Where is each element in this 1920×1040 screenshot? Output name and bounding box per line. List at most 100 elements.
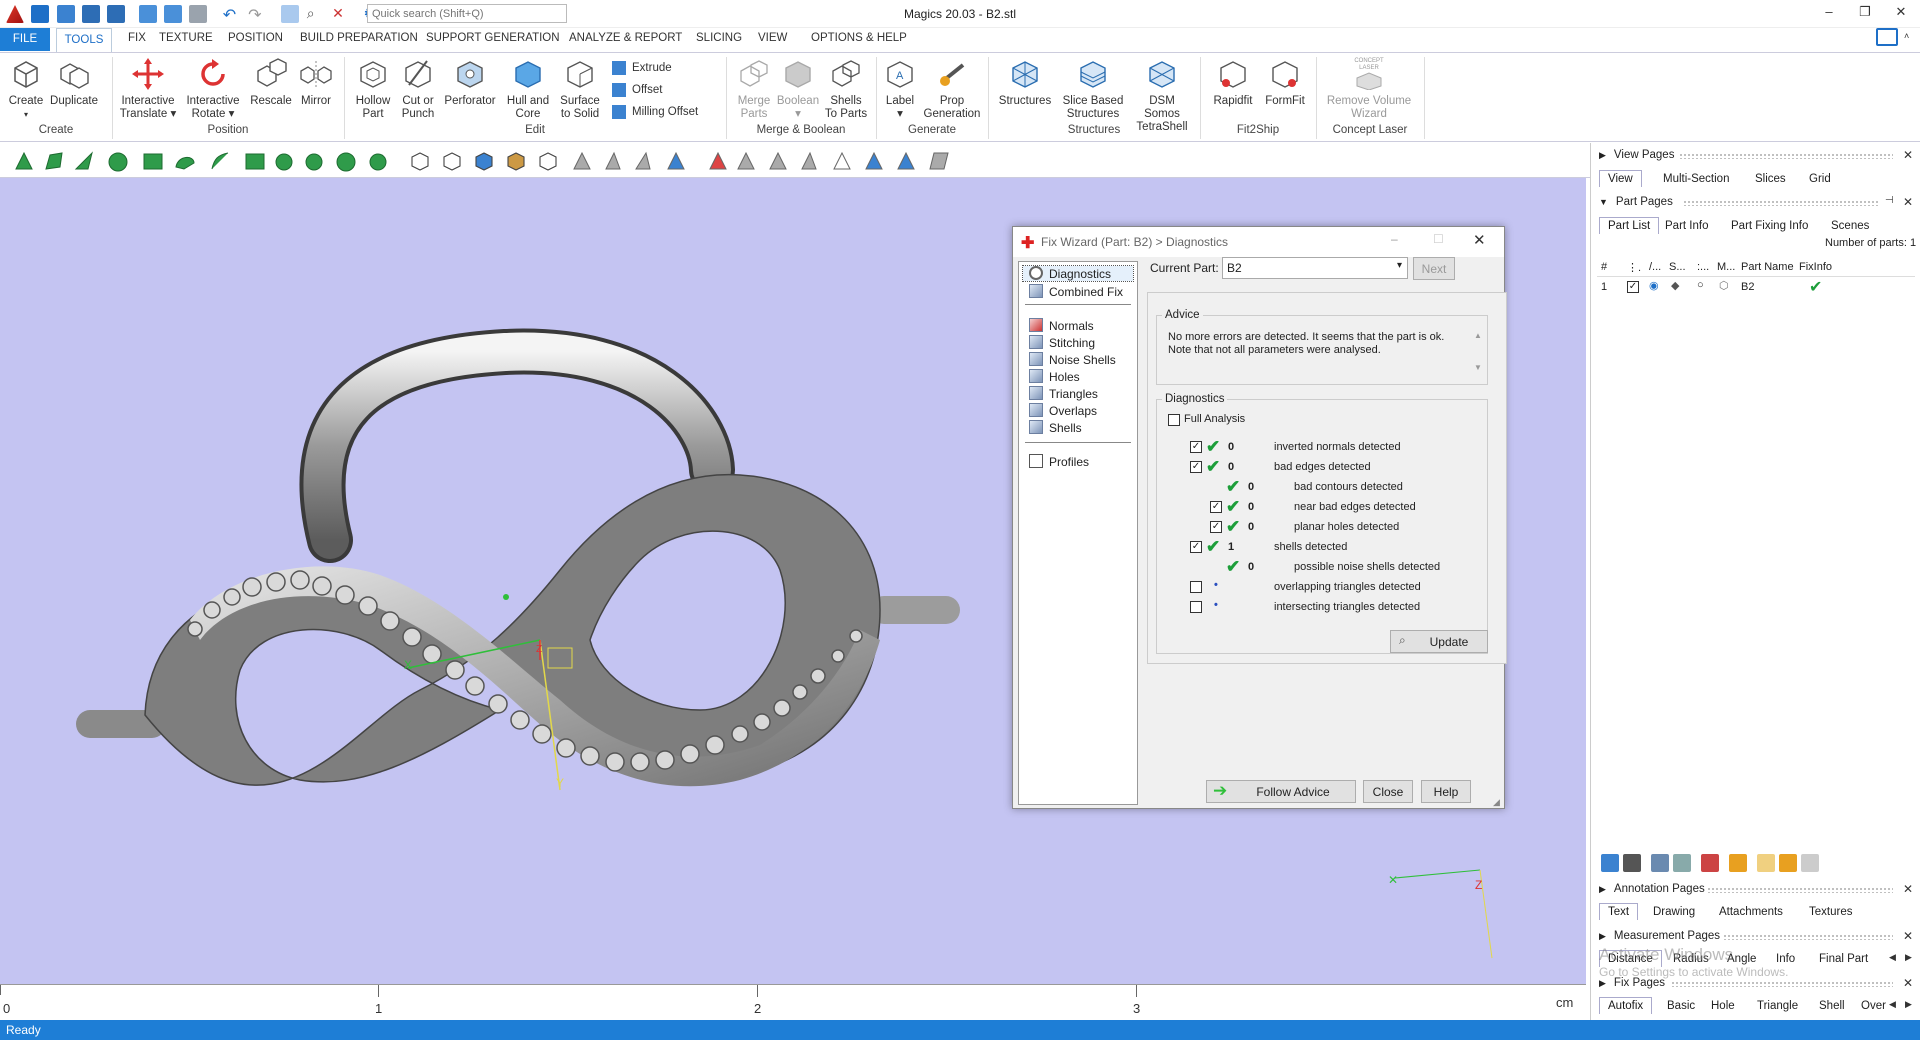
nav-triangles[interactable]: Triangles xyxy=(1029,386,1098,401)
col-fixinfo[interactable]: FixInfo xyxy=(1799,261,1832,273)
part-tool-3-icon[interactable] xyxy=(1651,854,1669,872)
tab-part-info[interactable]: Part Info xyxy=(1665,220,1708,232)
part-tool-1-icon[interactable] xyxy=(1601,854,1619,872)
tab-multi-section[interactable]: Multi-Section xyxy=(1663,173,1729,185)
tab-part-list[interactable]: Part List xyxy=(1599,217,1660,234)
formfit-button[interactable]: FormFit xyxy=(1262,57,1308,108)
next-button[interactable]: Next xyxy=(1413,257,1455,280)
rescale-button[interactable]: Rescale xyxy=(250,57,292,108)
tabs-scroll-left-icon[interactable]: ◀ xyxy=(1889,952,1896,963)
help-button[interactable]: Help xyxy=(1421,780,1471,803)
tab-drawing[interactable]: Drawing xyxy=(1653,906,1695,918)
nav-combined-fix[interactable]: Combined Fix xyxy=(1029,284,1123,299)
table-row[interactable]: 1 ✓ ◉ ◆ ○ ⬡ B2 ✔ xyxy=(1597,279,1915,297)
part-pages-close-icon[interactable]: ✕ xyxy=(1903,195,1913,209)
row-checkbox-intersecting[interactable] xyxy=(1190,601,1202,613)
resize-grip[interactable]: ◢ xyxy=(1493,797,1500,808)
tab-part-fixing-info[interactable]: Part Fixing Info xyxy=(1731,220,1808,232)
annotation-close-icon[interactable]: ✕ xyxy=(1903,882,1913,896)
merge-parts-button[interactable]: Merge Parts xyxy=(732,57,776,121)
tab-triangle[interactable]: Triangle xyxy=(1757,1000,1798,1012)
dialog-minimize-button[interactable]: – xyxy=(1391,232,1398,246)
tab-options-help[interactable]: OPTIONS & HELP xyxy=(811,32,907,44)
nav-overlaps[interactable]: Overlaps xyxy=(1029,403,1097,418)
tab-support-generation[interactable]: SUPPORT GENERATION xyxy=(426,32,560,44)
tab-autofix[interactable]: Autofix xyxy=(1599,997,1653,1014)
duplicate-button[interactable]: Duplicate xyxy=(48,57,100,108)
tab-shell[interactable]: Shell xyxy=(1819,1000,1845,1012)
rapidfit-button[interactable]: Rapidfit xyxy=(1208,57,1258,108)
nav-noise-shells[interactable]: Noise Shells xyxy=(1029,352,1116,367)
prop-generation-button[interactable]: Prop Generation xyxy=(922,57,982,121)
col-index[interactable]: # xyxy=(1601,261,1607,273)
view-pages-header[interactable]: ▶ View Pages xyxy=(1599,149,1674,161)
tab-hole[interactable]: Hole xyxy=(1711,1000,1735,1012)
dialog-maximize-button[interactable]: ☐ xyxy=(1433,232,1444,246)
collapse-ribbon-icon[interactable]: ˄ xyxy=(1904,31,1909,41)
fix-tabs-scroll-right-icon[interactable]: ▶ xyxy=(1905,999,1912,1010)
advice-scroll-up[interactable]: ▲ xyxy=(1474,331,1482,340)
close-button[interactable]: Close xyxy=(1363,780,1413,803)
restore-button[interactable]: ❐ xyxy=(1855,4,1875,22)
part-tool-5-icon[interactable] xyxy=(1701,854,1719,872)
perforator-button[interactable]: Perforator xyxy=(442,57,498,108)
col-part-name[interactable]: Part Name xyxy=(1741,261,1794,273)
hollow-part-button[interactable]: Hollow Part xyxy=(350,57,396,121)
extrude-button[interactable]: Extrude xyxy=(612,61,672,75)
tab-final-part[interactable]: Final Part xyxy=(1819,953,1868,965)
annotation-pages-header[interactable]: ▶ Annotation Pages xyxy=(1599,883,1705,895)
display-icon[interactable] xyxy=(1876,28,1898,46)
part-tool-7-icon[interactable] xyxy=(1757,854,1775,872)
circle-icon[interactable]: ○ xyxy=(1697,279,1704,291)
col-s[interactable]: S... xyxy=(1669,261,1686,273)
nav-stitching[interactable]: Stitching xyxy=(1029,335,1095,350)
col-m[interactable]: M... xyxy=(1717,261,1735,273)
tab-fix[interactable]: FIX xyxy=(128,32,146,44)
full-analysis-checkbox[interactable] xyxy=(1168,414,1180,426)
part-tool-4-icon[interactable] xyxy=(1673,854,1691,872)
part-tool-6-icon[interactable] xyxy=(1729,854,1747,872)
part-pages-header[interactable]: ▼ Part Pages xyxy=(1599,196,1673,208)
nav-holes[interactable]: Holes xyxy=(1029,369,1080,384)
structures-button[interactable]: Structures xyxy=(996,57,1054,108)
interactive-translate-button[interactable]: Interactive Translate ▾ xyxy=(118,57,178,121)
update-button[interactable]: ⌕ Update xyxy=(1390,630,1488,653)
dialog-close-x[interactable]: ✕ xyxy=(1473,231,1486,249)
row-checkbox-near-bad-edges[interactable]: ✓ xyxy=(1210,501,1222,513)
minimize-button[interactable]: – xyxy=(1819,4,1839,22)
label-button[interactable]: A Label ▾ xyxy=(880,57,920,121)
tab-tools[interactable]: TOOLS xyxy=(56,28,112,52)
shading-icon[interactable]: ◆ xyxy=(1671,279,1679,292)
cut-or-punch-button[interactable]: Cut or Punch xyxy=(398,57,438,121)
dsm-somos-tetrashell-button[interactable]: DSM Somos TetraShell xyxy=(1130,57,1194,134)
nav-diagnostics[interactable]: Diagnostics xyxy=(1022,265,1134,282)
tab-view[interactable]: VIEW xyxy=(758,32,787,44)
create-button[interactable]: Create ▾ xyxy=(6,57,46,121)
fix-pages-close-icon[interactable]: ✕ xyxy=(1903,976,1913,990)
nav-profiles[interactable]: Profiles xyxy=(1029,454,1089,469)
tab-position[interactable]: POSITION xyxy=(228,32,283,44)
hull-and-core-button[interactable]: Hull and Core xyxy=(502,57,554,121)
tab-build-preparation[interactable]: BUILD PREPARATION xyxy=(300,32,418,44)
tab-attachments[interactable]: Attachments xyxy=(1719,906,1783,918)
tab-info[interactable]: Info xyxy=(1776,953,1795,965)
mirror-button[interactable]: Mirror xyxy=(296,57,336,108)
offset-button[interactable]: Offset xyxy=(612,83,662,97)
remove-volume-wizard-button[interactable]: CONCEPT LASER Remove Volume Wizard xyxy=(1322,57,1416,121)
tab-basic[interactable]: Basic xyxy=(1667,1000,1695,1012)
part-tool-9-icon[interactable] xyxy=(1801,854,1819,872)
tab-texture[interactable]: TEXTURE xyxy=(159,32,213,44)
pin-icon[interactable]: ⊣ xyxy=(1885,195,1894,206)
measurement-close-icon[interactable]: ✕ xyxy=(1903,929,1913,943)
measurement-pages-header[interactable]: ▶ Measurement Pages xyxy=(1599,930,1720,942)
tab-grid[interactable]: Grid xyxy=(1809,173,1831,185)
row-checkbox-bad-edges[interactable]: ✓ xyxy=(1190,461,1202,473)
close-window-button[interactable]: ✕ xyxy=(1891,4,1911,22)
row-checkbox-planar-holes[interactable]: ✓ xyxy=(1210,521,1222,533)
row-checkbox-overlapping[interactable] xyxy=(1190,581,1202,593)
tab-text[interactable]: Text xyxy=(1599,903,1639,920)
boolean-button[interactable]: Boolean ▾ xyxy=(776,57,820,121)
nav-normals[interactable]: Normals xyxy=(1029,318,1094,333)
shells-to-parts-button[interactable]: Shells To Parts xyxy=(822,57,870,121)
tab-analyze-report[interactable]: ANALYZE & REPORT xyxy=(569,32,682,44)
